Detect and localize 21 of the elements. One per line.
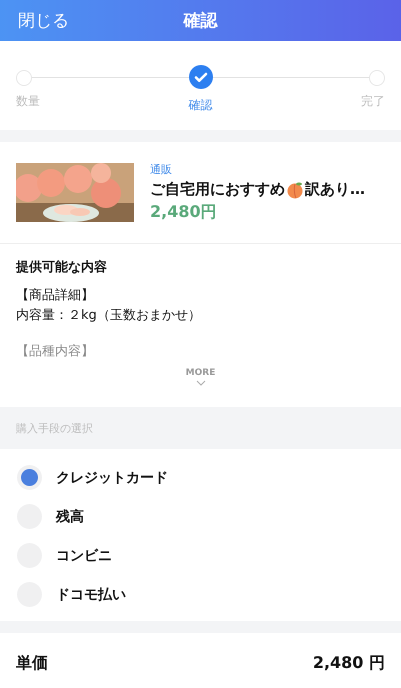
step-label: 確認 bbox=[188, 97, 212, 114]
description-text: 【品種内容】 bbox=[16, 343, 95, 361]
radio-button[interactable] bbox=[17, 465, 42, 490]
payment-option[interactable]: 残高 bbox=[17, 504, 384, 529]
section-heading: 購入手段の選択 bbox=[16, 420, 93, 436]
payment-option[interactable]: クレジットカード bbox=[17, 465, 384, 490]
description-text: 【商品詳細】 bbox=[16, 287, 95, 305]
chevron-down-icon bbox=[196, 380, 206, 386]
product-price: 2,480円 bbox=[150, 202, 217, 223]
payment-option[interactable]: ドコモ払い bbox=[17, 582, 384, 607]
peach-icon bbox=[286, 180, 304, 198]
description-text: 内容量：２kg（玉数おまかせ） bbox=[16, 307, 202, 325]
unit-price-value: 2,480 円 bbox=[312, 653, 385, 674]
step-label: 数量 bbox=[16, 93, 40, 110]
product-title: ご自宅用におすすめ 訳あり… bbox=[150, 180, 365, 199]
screen-title: 確認 bbox=[182, 10, 219, 32]
section-heading: 提供可能な内容 bbox=[16, 258, 108, 276]
step-label: 完了 bbox=[361, 93, 385, 110]
unit-price-label: 単価 bbox=[16, 653, 48, 674]
category-label: 通販 bbox=[150, 162, 172, 177]
payment-option[interactable]: コンビニ bbox=[17, 543, 384, 568]
